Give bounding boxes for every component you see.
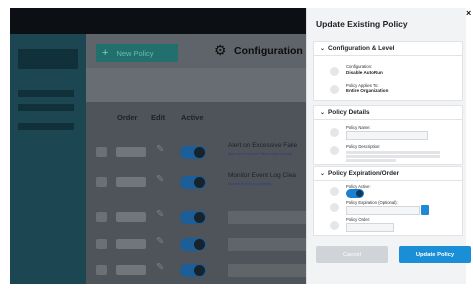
- sidebar-item[interactable]: [18, 123, 74, 130]
- applies-to-radio[interactable]: [330, 85, 339, 94]
- policy-expiration-section: ⌄ Policy Expiration/Order Policy Active:…: [313, 166, 463, 236]
- policy-order-label: Policy Order:: [346, 217, 371, 222]
- cancel-button[interactable]: Cancel: [316, 246, 388, 263]
- row-checkbox[interactable]: [96, 265, 107, 275]
- column-header-edit[interactable]: Edit: [151, 113, 165, 122]
- policy-details-section-title: Policy Details: [328, 109, 370, 116]
- order-handle[interactable]: [116, 147, 146, 157]
- chevron-down-icon: ⌄: [320, 110, 326, 116]
- table-row: ✎ Alert on Excessive Faile Alert on Exce…: [86, 138, 306, 168]
- row-checkbox[interactable]: [96, 212, 107, 222]
- sidebar-logo: [18, 49, 78, 69]
- policy-description-text: [346, 151, 440, 154]
- policy-expiration-label: Policy Expiration (Optional):: [346, 200, 398, 205]
- policy-description-label: Policy Description:: [346, 144, 381, 149]
- top-bar: [10, 8, 306, 34]
- chevron-down-icon: ⌄: [320, 46, 326, 52]
- policy-expiration-input[interactable]: [346, 206, 420, 215]
- active-toggle[interactable]: [180, 264, 206, 277]
- policy-active-toggle[interactable]: [346, 189, 364, 198]
- chevron-down-icon: ⌄: [320, 171, 326, 177]
- pencil-icon[interactable]: ✎: [156, 262, 164, 273]
- policy-description-text: [346, 155, 440, 158]
- screen: + New Policy ⚙ Configuration Order Edit …: [0, 0, 473, 292]
- configuration-section: ⌄ Configuration & Level Configuration: D…: [313, 41, 463, 101]
- applies-to-value: Entire Organization: [346, 88, 389, 93]
- policy-details-section: ⌄ Policy Details Policy Name: Policy Des…: [313, 105, 463, 165]
- active-toggle[interactable]: [180, 211, 206, 224]
- policy-name-radio[interactable]: [330, 128, 339, 137]
- policy-description: Alert on Excessive Failed Logon Activity: [228, 152, 292, 156]
- configuration-label: Configuration:: [346, 64, 373, 69]
- sidebar-item[interactable]: [18, 104, 74, 111]
- policy-name-placeholder: [228, 238, 306, 251]
- order-handle[interactable]: [116, 177, 146, 187]
- close-icon[interactable]: ×: [466, 8, 471, 18]
- order-handle[interactable]: [116, 239, 146, 249]
- policy-active-radio[interactable]: [330, 187, 339, 196]
- active-toggle[interactable]: [180, 176, 206, 189]
- row-checkbox[interactable]: [96, 147, 107, 157]
- column-header-active[interactable]: Active: [181, 113, 204, 122]
- page-title: Configuration: [234, 45, 303, 57]
- column-header-order[interactable]: Order: [117, 113, 137, 122]
- plus-icon: +: [102, 46, 109, 59]
- row-checkbox[interactable]: [96, 177, 107, 187]
- table-row: ✎: [86, 256, 306, 286]
- policy-name-placeholder: [228, 264, 306, 277]
- new-policy-button[interactable]: + New Policy: [96, 44, 178, 62]
- policy-expiration-section-header[interactable]: ⌄ Policy Expiration/Order: [314, 167, 462, 181]
- calendar-icon[interactable]: [421, 205, 429, 215]
- policy-expiration-section-title: Policy Expiration/Order: [328, 170, 400, 177]
- update-policy-button[interactable]: Update Policy: [399, 246, 471, 263]
- active-toggle[interactable]: [180, 238, 206, 251]
- main-subheader: [86, 68, 306, 102]
- policy-name[interactable]: Monitor Event Log Clea: [228, 172, 296, 179]
- policy-description-text: [346, 159, 396, 162]
- configuration-radio[interactable]: [330, 67, 339, 76]
- active-toggle[interactable]: [180, 146, 206, 159]
- row-checkbox[interactable]: [96, 239, 107, 249]
- pencil-icon[interactable]: ✎: [156, 144, 164, 155]
- policy-details-section-header[interactable]: ⌄ Policy Details: [314, 106, 462, 120]
- policy-description: Monitor Event Log Clearing: [228, 182, 272, 186]
- order-handle[interactable]: [116, 212, 146, 222]
- table-row: ✎: [86, 203, 306, 233]
- modal-title: Update Existing Policy: [316, 19, 408, 29]
- policy-name-placeholder: [228, 211, 306, 224]
- sidebar-item[interactable]: [18, 90, 74, 97]
- policy-order-radio[interactable]: [330, 221, 339, 230]
- pencil-icon[interactable]: ✎: [156, 209, 164, 220]
- policy-name[interactable]: Alert on Excessive Faile: [228, 142, 297, 149]
- order-handle[interactable]: [116, 265, 146, 275]
- configuration-value: Disable AutoRun: [346, 70, 383, 75]
- configuration-section-title: Configuration & Level: [328, 45, 395, 52]
- gears-icon: ⚙: [214, 42, 227, 58]
- policy-order-input[interactable]: [346, 223, 394, 232]
- policy-name-label: Policy Name:: [346, 125, 371, 130]
- policy-description-radio[interactable]: [330, 146, 339, 155]
- policy-expiration-radio[interactable]: [330, 203, 339, 212]
- new-policy-label: New Policy: [116, 48, 154, 58]
- configuration-section-header[interactable]: ⌄ Configuration & Level: [314, 42, 462, 56]
- sidebar: [10, 34, 86, 284]
- pencil-icon[interactable]: ✎: [156, 174, 164, 185]
- table-row: ✎ Monitor Event Log Clea Monitor Event L…: [86, 168, 306, 198]
- pencil-icon[interactable]: ✎: [156, 236, 164, 247]
- policy-name-input[interactable]: [346, 131, 428, 140]
